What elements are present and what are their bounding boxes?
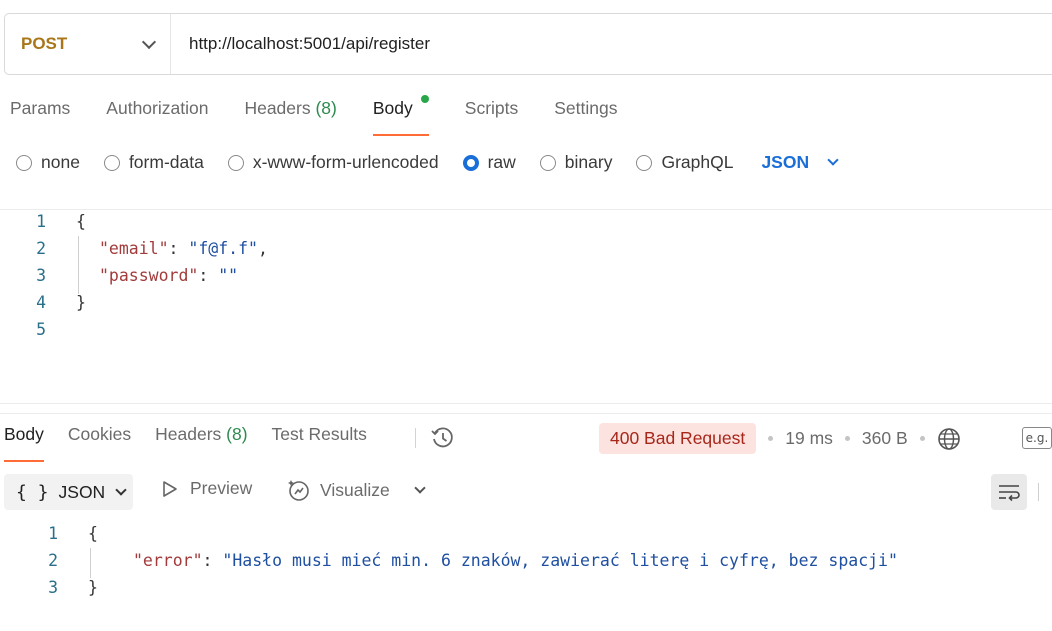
visualize-icon	[288, 480, 309, 501]
chevron-down-icon	[827, 154, 839, 166]
close-brace: }	[76, 293, 86, 312]
separator-dot	[919, 436, 925, 441]
language-label: JSON	[761, 152, 810, 172]
radio-binary[interactable]: binary	[539, 152, 613, 173]
divider	[0, 413, 1052, 414]
response-tabs: Body Cookies Headers (8) Test Results	[4, 424, 391, 462]
response-format-select[interactable]: { } JSON	[4, 474, 133, 510]
response-format-label: JSON	[58, 481, 106, 502]
radio-graphql-label: GraphQL	[661, 152, 734, 172]
radio-graphql[interactable]: GraphQL	[636, 152, 733, 173]
url-bar: POST http://localhost:5001/api/register	[4, 13, 1052, 75]
radio-urlencoded[interactable]: x-www-form-urlencoded	[227, 152, 439, 173]
method-label: POST	[21, 34, 68, 53]
open-brace: {	[76, 212, 86, 231]
response-tab-headers-label: Headers	[155, 424, 222, 444]
preview-button[interactable]: Preview	[161, 478, 252, 499]
radio-raw-label: raw	[487, 152, 516, 172]
radio-icon	[103, 154, 120, 171]
request-body-editor[interactable]: 1 2 3 4 5 { "email": "f@f.f", "password"…	[0, 212, 1052, 352]
chevron-down-icon	[115, 483, 127, 496]
close-brace: }	[88, 578, 98, 597]
radio-none[interactable]: none	[16, 152, 80, 173]
tab-body-label: Body	[372, 98, 413, 118]
visualize-label: Visualize	[320, 479, 390, 500]
radio-icon	[539, 154, 556, 171]
divider	[0, 209, 1052, 210]
response-headers-count: (8)	[226, 424, 248, 444]
tab-authorization[interactable]: Authorization	[106, 98, 208, 136]
separator-dot	[844, 436, 850, 441]
radio-raw[interactable]: raw	[462, 152, 516, 173]
body-type-selector: none form-data x-www-form-urlencoded raw…	[16, 152, 839, 173]
radio-icon	[16, 154, 32, 171]
line-number: 1	[48, 524, 58, 543]
tab-headers-label: Headers	[244, 98, 311, 118]
response-size[interactable]: 360 B	[862, 428, 908, 449]
indent-guide	[78, 236, 79, 294]
wrap-icon	[999, 485, 1020, 502]
indent-guide	[90, 548, 91, 578]
chevron-down-icon[interactable]	[414, 481, 426, 494]
radio-binary-label: binary	[564, 152, 613, 172]
radio-form-data[interactable]: form-data	[103, 152, 204, 173]
line-number: 3	[36, 266, 46, 285]
line-number: 4	[36, 293, 46, 312]
braces-icon: { }	[16, 481, 49, 503]
email-key: "email"	[99, 239, 169, 258]
code-line-error: "error": "Hasło musi mieć min. 6 znaków,…	[133, 551, 898, 570]
error-key: "error"	[133, 551, 203, 570]
line-number: 3	[48, 578, 58, 597]
tab-params[interactable]: Params	[10, 98, 70, 136]
password-value: ""	[218, 266, 239, 285]
radio-urlencoded-label: x-www-form-urlencoded	[252, 152, 439, 172]
example-icon[interactable]: e.g.	[1022, 427, 1052, 449]
preview-label: Preview	[190, 478, 253, 498]
chevron-down-icon	[141, 34, 157, 49]
radio-icon	[227, 154, 244, 171]
code-line-email: "email": "f@f.f",	[99, 239, 268, 258]
radio-form-data-label: form-data	[128, 152, 204, 172]
request-tabs: Params Authorization Headers (8) Body Sc…	[10, 95, 653, 136]
line-number: 2	[36, 239, 46, 258]
error-value: "Hasło musi mieć min. 6 znaków, zawierać…	[222, 551, 898, 570]
radio-checked-icon	[462, 154, 479, 171]
url-input[interactable]: http://localhost:5001/api/register	[171, 34, 1052, 54]
tab-body[interactable]: Body	[372, 95, 429, 136]
response-time[interactable]: 19 ms	[785, 428, 833, 449]
email-value: "f@f.f"	[188, 239, 258, 258]
separator-dot	[768, 436, 774, 441]
status-badge[interactable]: 400 Bad Request	[599, 423, 757, 454]
modified-dot-icon	[420, 95, 429, 103]
radio-icon	[636, 154, 653, 171]
response-status-area: 400 Bad Request 19 ms 360 B	[599, 423, 961, 454]
divider	[0, 403, 1052, 404]
line-number: 5	[36, 320, 46, 339]
visualize-button[interactable]: Visualize	[287, 478, 426, 502]
history-icon[interactable]	[430, 425, 456, 451]
password-key: "password"	[99, 266, 199, 285]
language-select[interactable]: JSON	[761, 152, 839, 173]
play-icon	[163, 480, 177, 497]
code-line-password: "password": ""	[99, 266, 239, 285]
line-number: 1	[36, 212, 46, 231]
tab-scripts[interactable]: Scripts	[465, 98, 518, 136]
line-number: 2	[48, 551, 58, 570]
headers-count: (8)	[315, 98, 337, 118]
response-tab-test-results[interactable]: Test Results	[272, 424, 367, 462]
method-select[interactable]: POST	[5, 14, 171, 74]
tab-headers[interactable]: Headers (8)	[244, 98, 336, 136]
wrap-lines-button[interactable]	[991, 474, 1027, 510]
divider	[415, 428, 416, 448]
open-brace: {	[88, 524, 98, 543]
response-tab-headers[interactable]: Headers (8)	[155, 424, 247, 462]
divider	[1038, 483, 1039, 501]
globe-icon[interactable]	[937, 427, 961, 451]
response-tab-cookies[interactable]: Cookies	[68, 424, 131, 462]
response-body-viewer[interactable]: 1 2 3 { "error": "Hasło musi mieć min. 6…	[0, 524, 1052, 614]
radio-none-label: none	[41, 152, 80, 172]
response-tab-body[interactable]: Body	[4, 424, 44, 462]
tab-settings[interactable]: Settings	[554, 98, 617, 136]
